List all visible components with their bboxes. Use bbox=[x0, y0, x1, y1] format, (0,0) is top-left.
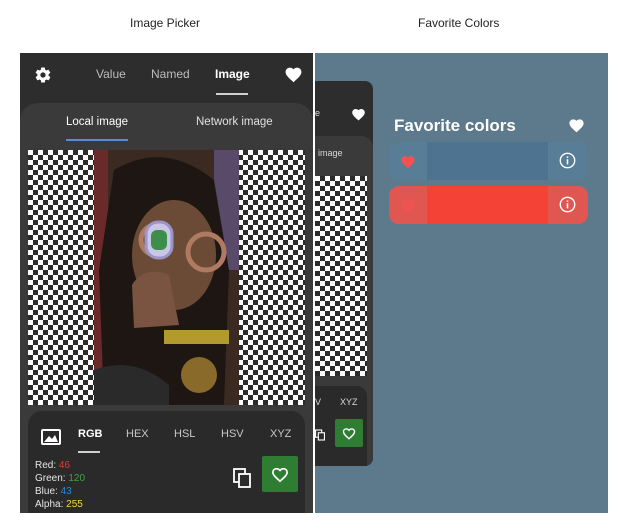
heart-icon[interactable] bbox=[284, 65, 303, 83]
red-label: Red: bbox=[35, 460, 57, 471]
tab-hex[interactable]: HEX bbox=[126, 428, 149, 440]
remove-favorite-button[interactable] bbox=[389, 142, 425, 180]
alpha-value-line: Alpha: 255 bbox=[35, 499, 83, 510]
image-icon[interactable] bbox=[41, 429, 61, 445]
mini-format-fragment-1: V bbox=[315, 397, 322, 407]
tab-named[interactable]: Named bbox=[151, 67, 190, 81]
info-icon bbox=[559, 152, 576, 169]
active-tab-indicator bbox=[216, 93, 248, 95]
heart-icon[interactable] bbox=[568, 117, 585, 133]
color-info-button[interactable] bbox=[548, 186, 588, 224]
copy-icon[interactable] bbox=[233, 468, 251, 488]
sub-tab-indicator bbox=[66, 139, 128, 141]
tab-xyz[interactable]: XYZ bbox=[270, 428, 291, 440]
favorite-color-row[interactable] bbox=[389, 142, 588, 180]
green-value: 120 bbox=[68, 473, 86, 484]
tab-hsv[interactable]: HSV bbox=[221, 428, 244, 440]
heart-icon bbox=[401, 156, 415, 169]
tab-hsl[interactable]: HSL bbox=[174, 428, 195, 440]
color-info-button[interactable] bbox=[548, 142, 588, 180]
green-value-line: Green: 120 bbox=[35, 473, 85, 484]
photo-illustration bbox=[94, 150, 239, 405]
green-label: Green: bbox=[35, 473, 66, 484]
image-picker-screen: Value Named Image Local image Network im… bbox=[20, 53, 313, 513]
background-picker-screen: e image V XYZ bbox=[315, 81, 373, 466]
color-values-panel: RGB HEX HSL HSV XYZ Red: 46 Green: 120 B… bbox=[28, 411, 305, 513]
info-icon bbox=[559, 196, 576, 213]
color-swatch[interactable] bbox=[427, 142, 548, 180]
caption-favorite-colors: Favorite Colors bbox=[418, 16, 500, 30]
red-value-line: Red: 46 bbox=[35, 460, 70, 471]
remove-favorite-button[interactable] bbox=[389, 186, 425, 224]
app-bar: Value Named Image bbox=[20, 53, 313, 98]
heart-outline-icon bbox=[272, 467, 288, 483]
mini-heart-icon bbox=[352, 109, 365, 121]
add-favorite-button[interactable] bbox=[262, 456, 298, 492]
mini-heart-outline-icon bbox=[342, 428, 356, 440]
mini-favorite-button bbox=[335, 419, 363, 447]
tab-rgb[interactable]: RGB bbox=[78, 428, 102, 440]
favorites-title: Favorite colors bbox=[394, 116, 516, 135]
mini-format-fragment-2: XYZ bbox=[340, 397, 358, 407]
tab-image[interactable]: Image bbox=[215, 67, 250, 81]
image-preview[interactable] bbox=[28, 150, 305, 405]
mini-subtab-fragment: image bbox=[318, 148, 343, 158]
mini-copy-icon bbox=[315, 429, 325, 441]
caption-image-picker: Image Picker bbox=[130, 16, 201, 30]
tab-value[interactable]: Value bbox=[96, 67, 126, 81]
picked-photo[interactable] bbox=[94, 150, 239, 405]
favorite-color-row[interactable] bbox=[389, 186, 588, 224]
tab-network-image[interactable]: Network image bbox=[196, 116, 273, 128]
tab-local-image[interactable]: Local image bbox=[66, 116, 128, 128]
blue-value: 43 bbox=[60, 486, 72, 497]
blue-value-line: Blue: 43 bbox=[35, 486, 72, 497]
mini-tab-fragment: e bbox=[315, 108, 321, 118]
color-swatch[interactable] bbox=[427, 186, 548, 224]
alpha-label: Alpha: bbox=[35, 499, 64, 510]
format-tab-indicator bbox=[78, 451, 100, 453]
mini-image-preview bbox=[315, 176, 367, 376]
heart-icon bbox=[401, 200, 415, 213]
alpha-value: 255 bbox=[66, 499, 83, 510]
gear-icon[interactable] bbox=[34, 66, 52, 84]
blue-label: Blue: bbox=[35, 486, 58, 497]
favorite-colors-screen: e image V XYZ Favorite colors bbox=[315, 53, 608, 513]
red-value: 46 bbox=[58, 460, 71, 471]
